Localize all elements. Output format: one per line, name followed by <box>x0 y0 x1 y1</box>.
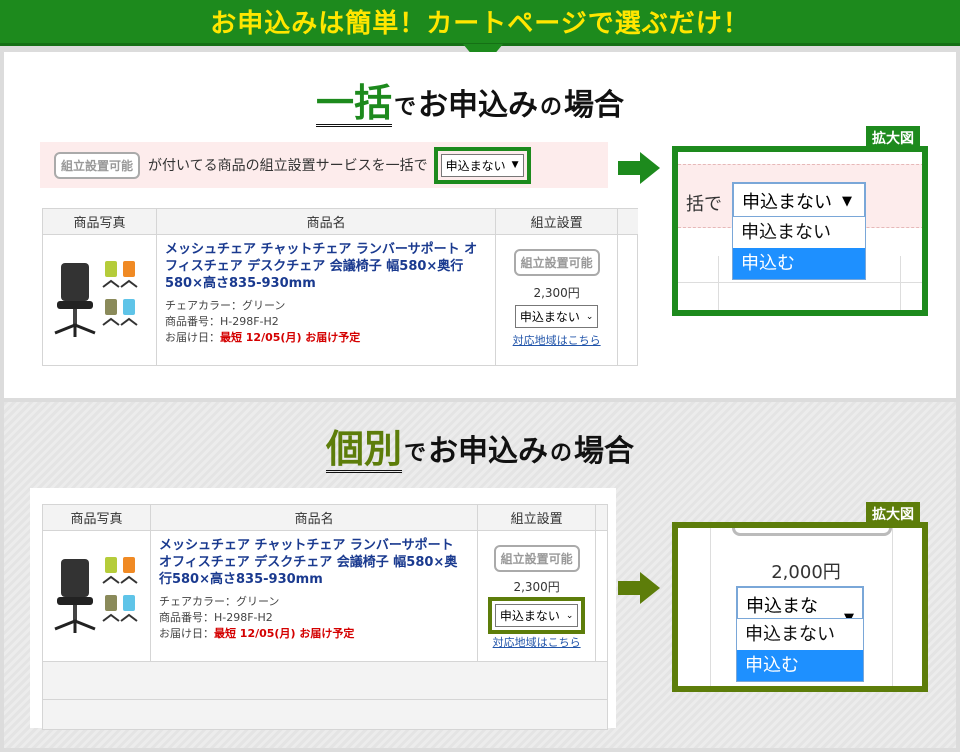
area-link[interactable]: 対応地域はこちら <box>513 334 601 347</box>
product-color: チェアカラー：グリーン <box>164 299 286 312</box>
table-row: メッシュチェア チャットチェア ランバーサポート オフィスチェア デスクチェア … <box>42 234 638 366</box>
dropdown-arrow-icon: ▼ <box>511 160 519 170</box>
individual-heading-case: 場合 <box>574 434 635 469</box>
header-assembly: 組立設置 <box>477 504 597 531</box>
table-header-row: 商品写真 商品名 組立設置 <box>42 208 638 235</box>
assembly-select-value: 申込まない <box>499 609 560 623</box>
table-row: メッシュチェア チャットチェア ランバーサポート オフィスチェア デスクチェア … <box>42 530 608 662</box>
individual-heading-no: の <box>550 441 573 466</box>
assembly-badge: 組立設置可能 <box>54 151 141 179</box>
bulk-heading-highlight: 一括 <box>316 81 393 127</box>
delivery-label: お届け日： <box>158 627 214 640</box>
extra-cell <box>617 234 638 366</box>
assembly-price: 2,300円 <box>533 286 580 300</box>
bulk-heading-case: 場合 <box>564 88 625 123</box>
zoom-col-line-2 <box>892 528 893 686</box>
table-header-row: 商品写真 商品名 組立設置 <box>42 504 608 531</box>
zoom-col-line-1 <box>710 528 711 686</box>
product-code: 商品番号：H-298F-H2 <box>164 315 279 328</box>
bulk-select-bar: 組立設置可能 が付いてる商品の組立設置サービスを一括で 申込まない ▼ <box>40 142 608 188</box>
extra-cell <box>595 530 608 662</box>
bulk-heading-de: で <box>394 95 417 120</box>
individual-heading-rest: お申込み <box>428 434 549 469</box>
zoom-bulk-select-value: 申込まない <box>742 192 832 213</box>
header-photo: 商品写真 <box>42 208 157 235</box>
delivery-line: お届け日：最短 12/05(月) お届け予定 <box>165 330 487 346</box>
product-color: チェアカラー：グリーン <box>158 595 280 608</box>
option-no[interactable]: 申込まない <box>737 619 863 650</box>
arrow-right-icon <box>618 572 660 604</box>
assembly-select-value: 申込まない <box>519 310 580 324</box>
product-code: 商品番号：H-298F-H2 <box>158 611 273 624</box>
bulk-heading: 一括 で お申込み の 場合 <box>316 80 624 127</box>
dropdown-arrow-icon: ▼ <box>842 193 852 209</box>
banner: お申込みは簡単！カートページで選ぶだけ！ <box>0 0 960 46</box>
zoom-divider <box>678 282 922 283</box>
bulk-heading-rest: お申込み <box>418 88 539 123</box>
delivery-line: お届け日：最短 12/05(月) お届け予定 <box>159 626 469 642</box>
zoom-price: 2,000円 <box>771 562 841 583</box>
chair-image[interactable] <box>43 549 143 639</box>
empty-cell <box>42 699 608 730</box>
individual-heading: 個別 で お申込み の 場合 <box>326 426 634 473</box>
assembly-cell: 組立設置可能 2,300円 申込まない ⌄ 対応地域はこちら <box>495 234 619 366</box>
product-photo-cell <box>42 530 151 662</box>
individual-product-table: 商品写真 商品名 組立設置 メッシュチェア チャットチェア ランバーサポート オ… <box>42 504 608 730</box>
individual-select-highlight: 申込まない ⌄ <box>487 597 586 634</box>
zoom-bulk-options: 申込まない 申込む <box>732 216 866 280</box>
bulk-product-table: 商品写真 商品名 組立設置 メッシュチェア チャットチェア ランバーサポート オ… <box>42 208 638 366</box>
zoom-col-line-1 <box>718 256 719 310</box>
chevron-down-icon: ⌄ <box>585 311 594 322</box>
assembly-badge: 組立設置可能 <box>513 249 600 276</box>
assembly-price: 2,300円 <box>513 580 560 594</box>
product-info-cell: メッシュチェア チャットチェア ランバーサポート オフィスチェア デスクチェア … <box>155 234 497 366</box>
delivery-date: 最短 12/05(月) お届け予定 <box>219 331 361 344</box>
banner-title: お申込みは簡単！カートページで選ぶだけ！ <box>210 9 750 39</box>
individual-heading-de: で <box>404 441 427 466</box>
bulk-zoom-box: 括で 申込まない ▼ 申込まない 申込む <box>672 146 928 316</box>
bulk-bar-text: が付いてる商品の組立設置サービスを一括で <box>148 158 428 174</box>
header-assembly: 組立設置 <box>495 208 619 235</box>
table-empty-row <box>42 661 608 700</box>
arrow-right-icon <box>618 152 660 184</box>
product-info-cell: メッシュチェア チャットチェア ランバーサポート オフィスチェア デスクチェア … <box>149 530 479 662</box>
bulk-select-highlight: 申込まない ▼ <box>433 146 531 184</box>
bulk-select[interactable]: 申込まない ▼ <box>440 153 524 177</box>
delivery-label: お届け日： <box>164 331 220 344</box>
assembly-select[interactable]: 申込まない ⌄ <box>514 305 599 328</box>
product-name-link[interactable]: メッシュチェア チャットチェア ランバーサポート オフィスチェア デスクチェア … <box>165 241 487 292</box>
bulk-select-value: 申込まない <box>445 158 506 173</box>
assembly-cell: 組立設置可能 2,300円 申込まない ⌄ 対応地域はこちら <box>477 530 597 662</box>
header-photo: 商品写真 <box>42 504 151 531</box>
zoom-col-line-2 <box>900 256 901 310</box>
zoom-individual-options: 申込まない 申込む <box>736 618 864 682</box>
individual-zoom-box: 2,000円 申込まない▼ 申込まない 申込む <box>672 522 928 692</box>
header-name: 商品名 <box>149 504 479 531</box>
header-extra <box>617 208 638 235</box>
chair-image[interactable] <box>43 253 143 343</box>
product-name-link[interactable]: メッシュチェア チャットチェア ランバーサポート オフィスチェア デスクチェア … <box>159 537 469 588</box>
area-link[interactable]: 対応地域はこちら <box>493 636 581 649</box>
assembly-select[interactable]: 申込まない ⌄ <box>494 604 579 627</box>
individual-heading-highlight: 個別 <box>326 427 403 473</box>
header-extra <box>595 504 608 531</box>
header-name: 商品名 <box>155 208 497 235</box>
page: お申込みは簡単！カートページで選ぶだけ！ 一括 で お申込み の 場合 組立設置… <box>0 0 960 752</box>
product-photo-cell <box>42 234 157 366</box>
table-empty-row <box>42 699 608 730</box>
chevron-down-icon: ⌄ <box>565 610 574 621</box>
zoom-badge-edge <box>732 528 892 536</box>
option-no[interactable]: 申込まない <box>733 217 865 248</box>
zoom-prefix: 括で <box>686 194 722 215</box>
assembly-badge: 組立設置可能 <box>493 545 580 572</box>
zoom-bulk-select[interactable]: 申込まない ▼ <box>732 182 866 220</box>
bulk-heading-no: の <box>540 95 563 120</box>
option-yes[interactable]: 申込む <box>737 650 863 681</box>
empty-cell <box>42 661 608 700</box>
option-yes[interactable]: 申込む <box>733 248 865 279</box>
delivery-date: 最短 12/05(月) お届け予定 <box>213 627 355 640</box>
